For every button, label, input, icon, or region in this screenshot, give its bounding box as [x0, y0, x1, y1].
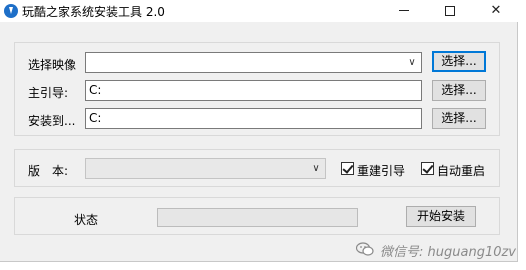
wechat-icon [356, 242, 374, 256]
close-icon: ✕ [490, 3, 502, 18]
auto-restart-checkbox[interactable] [421, 162, 434, 175]
select-boot-button[interactable]: 选择... [432, 80, 486, 101]
select-image-button[interactable]: 选择... [432, 51, 486, 72]
start-install-button[interactable]: 开始安装 [406, 206, 476, 227]
watermark-text: 微信号: huguang10zv [380, 245, 516, 260]
install-progress-bar [157, 208, 358, 227]
minimize-icon [399, 10, 409, 11]
chevron-down-icon[interactable]: ∨ [311, 161, 321, 177]
window-title: 玩酷之家系统安装工具 2.0 [22, 5, 165, 19]
install-target-field[interactable]: C: [85, 108, 422, 129]
close-button[interactable]: ✕ [473, 0, 519, 22]
chevron-down-icon[interactable]: ∨ [407, 55, 417, 71]
minimize-button[interactable] [381, 0, 427, 22]
app-icon [4, 4, 18, 18]
select-install-target-button[interactable]: 选择... [432, 108, 486, 129]
boot-partition-field[interactable]: C: [85, 80, 422, 101]
maximize-icon [445, 5, 455, 16]
auto-restart-label[interactable]: 自动重启 [437, 162, 485, 179]
title-bar[interactable]: 玩酷之家系统安装工具 2.0 ✕ [0, 0, 518, 22]
image-select[interactable]: ∨ [85, 52, 422, 73]
boot-label: 主引导: [28, 86, 69, 100]
installer-window: 玩酷之家系统安装工具 2.0 ✕ 选择映像 ∨ 选择... 主引导: C: 选择… [0, 0, 518, 262]
watermark: 微信号: huguang10zv [356, 240, 526, 260]
status-label: 状态 [74, 213, 99, 227]
rebuild-boot-checkbox[interactable] [341, 162, 354, 175]
version-select[interactable]: ∨ [85, 158, 326, 179]
maximize-button[interactable] [427, 0, 473, 22]
version-label: 版 本: [28, 164, 69, 178]
select-image-label: 选择映像 [28, 58, 77, 72]
rebuild-boot-label[interactable]: 重建引导 [357, 162, 405, 179]
install-target-label: 安装到... [28, 114, 76, 128]
